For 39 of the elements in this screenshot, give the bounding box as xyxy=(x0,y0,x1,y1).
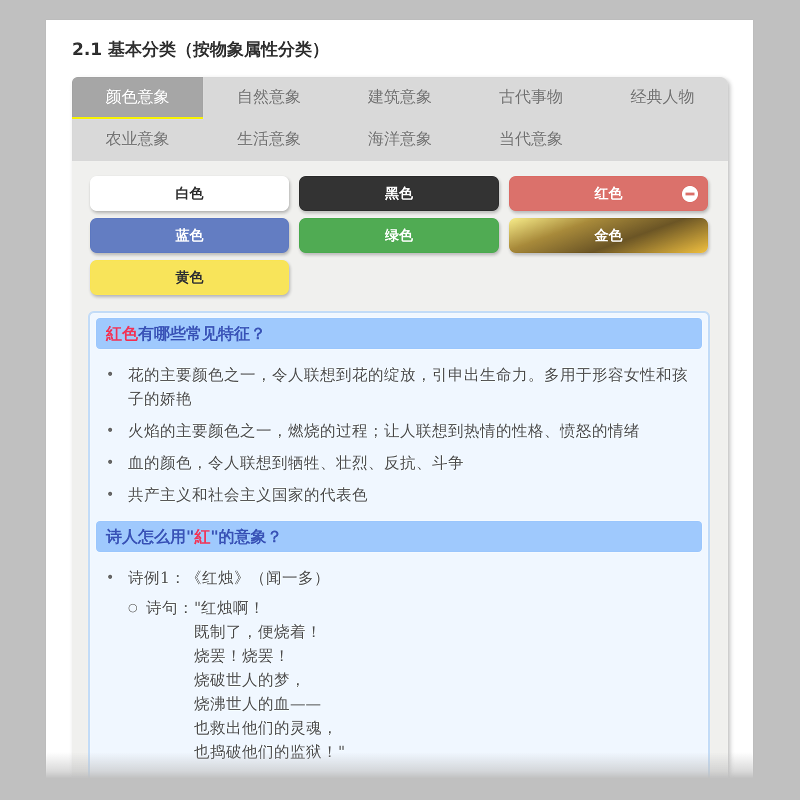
color-chip[interactable]: 红色 xyxy=(508,176,708,211)
tab[interactable]: 生活意象 xyxy=(203,119,334,161)
tab[interactable]: 经典人物 xyxy=(596,77,728,119)
section-title: 2.1 基本分类（按物象属性分类） xyxy=(72,39,330,62)
poem-line: 既制了，便烧着！ xyxy=(194,622,323,643)
tab[interactable]: 当代意象 xyxy=(466,119,597,161)
list-item-text: 共产主义和社会主义国家的代表色 xyxy=(128,486,368,504)
tab[interactable]: 海洋意象 xyxy=(334,119,466,161)
bullet: • xyxy=(106,422,116,441)
color-chip[interactable]: 白色 xyxy=(90,176,290,211)
bullet: • xyxy=(106,569,116,588)
tab[interactable]: 建筑意象 xyxy=(334,77,466,119)
list-item-text: 血的颜色，令人联想到牺牲、壮烈、反抗、斗争 xyxy=(128,454,464,472)
list-item-text: 火焰的主要颜色之一，燃烧的过程；让人联想到热情的性格、愤怒的情绪 xyxy=(128,422,640,440)
list-item-text: 诗例1：《红烛》（闻一多） xyxy=(128,569,330,587)
poem-line: 烧破世人的梦， xyxy=(194,670,307,691)
poem-line: "红烛啊！ xyxy=(194,598,266,619)
list-item-text: 花的主要颜色之一，令人联想到花的绽放，引申出生命力。多用于形容女性和孩子的娇艳 xyxy=(128,366,688,408)
color-chip[interactable]: 蓝色 xyxy=(90,218,290,253)
color-chip[interactable]: 绿色 xyxy=(299,218,499,253)
tab[interactable]: 颜色意象 xyxy=(72,77,204,119)
bullet: ○ xyxy=(128,600,139,616)
color-chip[interactable]: 黄色 xyxy=(90,260,290,295)
tab[interactable]: 农业意象 xyxy=(72,119,204,161)
poem-label: 诗句： xyxy=(146,598,194,619)
question-heading: 诗人怎么用"紅"的意象？ xyxy=(96,521,702,552)
color-chip[interactable]: 黑色 xyxy=(299,176,499,211)
poem-line: 也救出他们的灵魂， xyxy=(194,718,339,739)
tab[interactable]: 自然意象 xyxy=(203,77,334,119)
bullet: • xyxy=(106,486,116,505)
bullet: • xyxy=(106,454,116,473)
bullet: • xyxy=(106,366,116,385)
question-heading: 紅色有哪些常见特征？ xyxy=(96,318,702,349)
remove-icon[interactable] xyxy=(682,186,698,202)
poem-line: 也捣破他们的监狱！" xyxy=(194,742,346,763)
color-chip[interactable]: 金色 xyxy=(508,218,708,253)
poem-line: 烧沸世人的血—— xyxy=(194,694,322,715)
tab[interactable]: 古代事物 xyxy=(466,77,597,119)
poem-line: 烧罢！烧罢！ xyxy=(194,646,291,667)
